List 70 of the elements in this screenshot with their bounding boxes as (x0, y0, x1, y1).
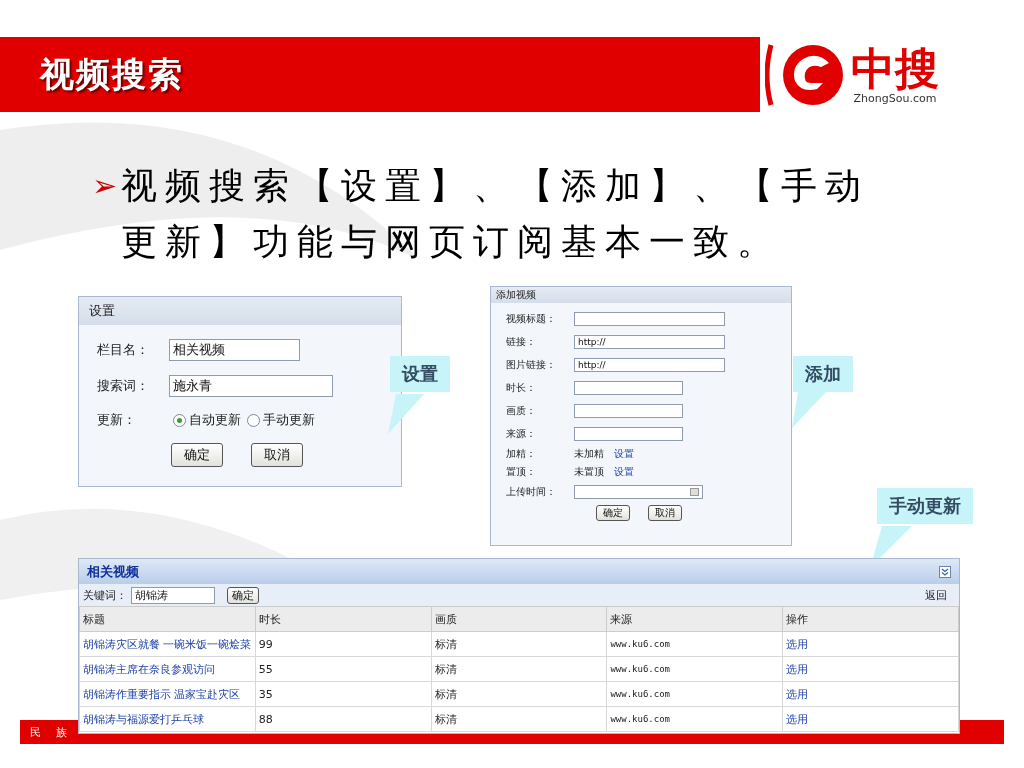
field-label: 来源： (506, 426, 537, 441)
panel-title: 设置 (79, 297, 401, 325)
dialog-button[interactable]: 取消 (251, 443, 303, 467)
callout-label: 设置 (390, 356, 450, 392)
bullet-arrow-icon: ➢ (92, 158, 118, 270)
date-field[interactable] (574, 485, 703, 499)
input-field[interactable]: http:// (574, 334, 725, 349)
field-label: 视频标题： (506, 311, 557, 326)
field-label: 上传时间： (506, 485, 557, 499)
slide-title: 视频搜索 (40, 52, 184, 96)
field-label: 链接： (506, 334, 537, 349)
set-link[interactable]: 设置 (614, 447, 634, 461)
table-cell: 99 (255, 631, 432, 657)
panel-title: 添加视频 (491, 287, 791, 303)
dialog-button[interactable]: 取消 (648, 505, 682, 521)
radio-option[interactable]: 手动更新 (247, 411, 315, 429)
table-cell: 标清 (431, 681, 607, 707)
field-label: 置顶： (506, 465, 537, 479)
table-cell: 标清 (431, 656, 607, 682)
callout-label: 添加 (793, 356, 853, 392)
input-field[interactable] (574, 311, 725, 326)
field-label: 更新： (97, 411, 137, 429)
logo-domain: ZhongSou.com (853, 91, 937, 105)
field-label: 搜索词： (97, 377, 150, 395)
column-header: 画质 (431, 606, 607, 632)
field-label: 关键词： (83, 587, 128, 603)
table-cell: 标清 (431, 706, 607, 732)
field-label: 时长： (506, 380, 537, 395)
radio-option[interactable]: 自动更新 (173, 411, 241, 429)
set-link[interactable]: 设置 (614, 465, 634, 479)
dialog-button[interactable]: 确定 (596, 505, 630, 521)
input-field[interactable]: http:// (574, 357, 725, 372)
panel-title: 相关视频 (87, 562, 139, 581)
collapse-icon[interactable] (939, 565, 951, 578)
table-cell: 88 (255, 706, 432, 732)
keyword-field[interactable]: 胡锦涛 (131, 586, 215, 604)
field-label: 画质： (506, 403, 537, 418)
select-link[interactable]: 选用 (786, 662, 809, 676)
field-label: 图片链接： (506, 357, 557, 372)
field-label: 加精： (506, 447, 537, 461)
back-link[interactable]: 返回 (925, 587, 947, 603)
input-field[interactable] (574, 426, 683, 441)
field-label: 栏目名： (97, 341, 150, 359)
column-header: 操作 (782, 606, 959, 632)
input-field[interactable] (574, 380, 683, 395)
table-cell: www.ku6.com (606, 631, 783, 657)
confirm-button[interactable]: 确定 (227, 586, 259, 604)
bullet-text: 视频搜索【设置】、【添加】、【手动更新】功能与网页订阅基本一致。 (121, 164, 871, 264)
input-field[interactable]: 相关视频 (169, 339, 300, 361)
input-field[interactable]: 施永青 (169, 375, 333, 397)
column-header: 标题 (79, 606, 256, 632)
column-header: 时长 (255, 606, 432, 632)
logo-name: 中搜 (851, 45, 939, 92)
select-link[interactable]: 选用 (786, 637, 809, 651)
table-cell: 55 (255, 656, 432, 682)
callout-label: 手动更新 (877, 488, 973, 524)
table-cell: www.ku6.com (606, 656, 783, 682)
select-link[interactable]: 选用 (786, 712, 809, 726)
status-text: 未置顶 (574, 465, 605, 479)
column-header: 来源 (606, 606, 783, 632)
status-text: 未加精 (574, 447, 605, 461)
table-cell: www.ku6.com (606, 681, 783, 707)
dialog-button[interactable]: 确定 (171, 443, 223, 467)
input-field[interactable] (574, 403, 683, 418)
table-cell: 标清 (431, 631, 607, 657)
calendar-icon[interactable] (690, 488, 699, 496)
table-cell: www.ku6.com (606, 706, 783, 732)
select-link[interactable]: 选用 (786, 687, 809, 701)
footer-text: 民 族 (30, 724, 74, 740)
table-cell: 35 (255, 681, 432, 707)
